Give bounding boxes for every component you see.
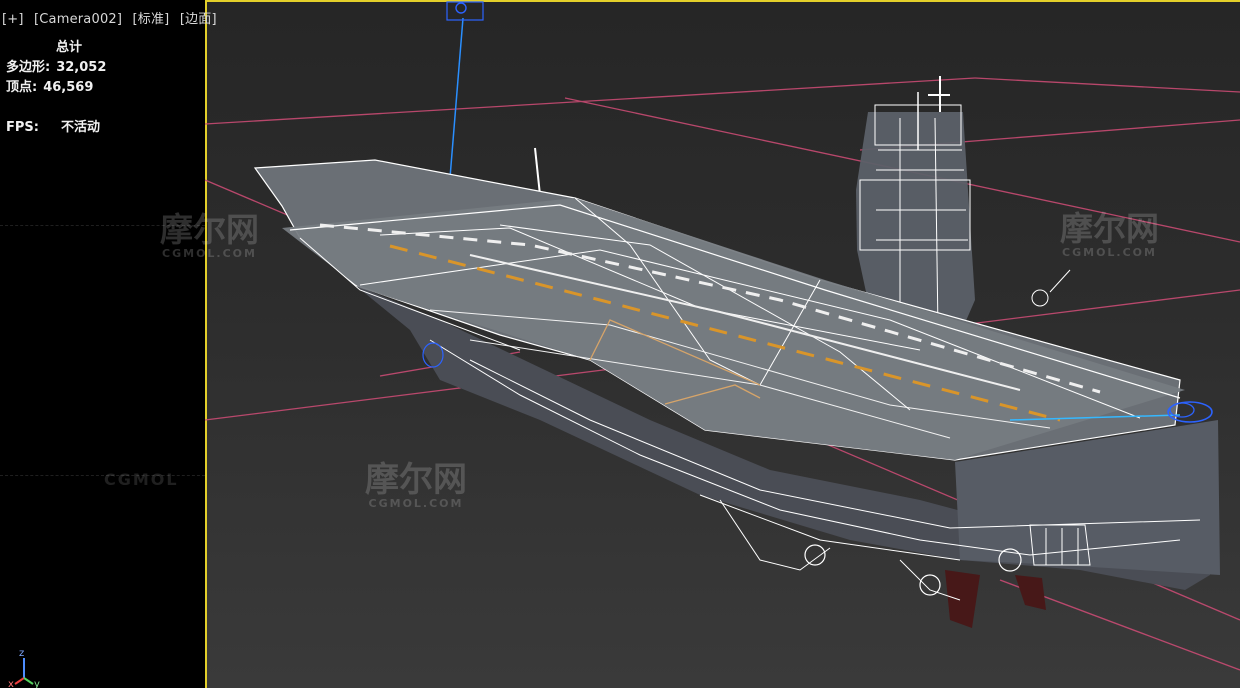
fps-value: 不活动 (60, 120, 100, 135)
polygon-value: 32,052 (56, 60, 107, 75)
viewport-label-part[interactable]: [边面] (180, 12, 217, 27)
statistics-spacer (6, 98, 106, 118)
statistics-title: 总计 (56, 40, 83, 55)
left-dashed-line (0, 225, 205, 226)
polygon-row: 多边形: 32,052 (6, 58, 106, 78)
vertex-value: 46,569 (43, 80, 94, 95)
viewport-label-part[interactable]: [Camera002] (34, 12, 122, 27)
vertex-row: 顶点: 46,569 (6, 78, 106, 98)
viewport-label-part[interactable]: [标准] (133, 12, 170, 27)
scene-render (204, 1, 1240, 671)
viewport-label[interactable]: [+] [Camera002] [标准] [边面] (2, 8, 223, 27)
axis-x-label: x (8, 679, 14, 688)
vertex-label: 顶点: (6, 80, 38, 95)
fps-row: FPS: 不活动 (6, 118, 106, 138)
viewport-shell: [+] [Camera002] [标准] [边面] 总计 多边形: 32,052… (0, 0, 1240, 688)
axis-y-label: y (34, 679, 40, 688)
axis-z-label: z (19, 648, 24, 659)
polygon-label: 多边形: (6, 60, 51, 75)
axis-gizmo-icon[interactable]: z x y (8, 646, 46, 688)
camera-target-icon[interactable] (446, 1, 484, 191)
watermark-side: CGMOL (104, 470, 179, 489)
scene-statistics: 总计 多边形: 32,052 顶点: 46,569 FPS: 不活动 (6, 38, 106, 138)
viewport-label-part[interactable]: [+] (2, 12, 24, 27)
fps-label: FPS: (6, 120, 39, 135)
